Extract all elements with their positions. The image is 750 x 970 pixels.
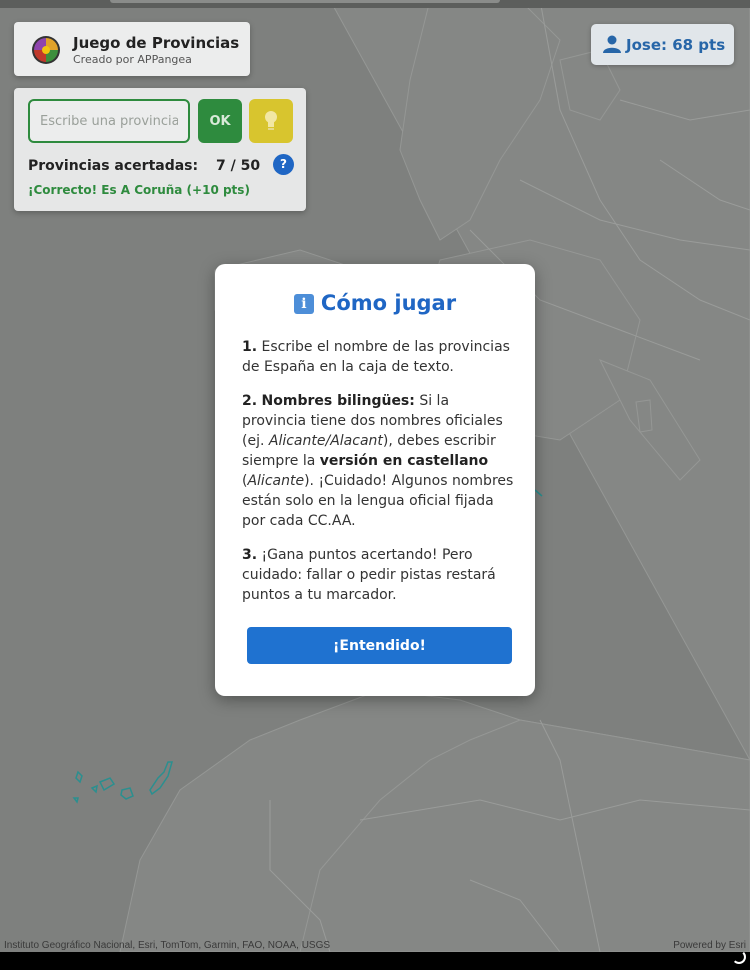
instruction-2: 2. Nombres bilingües: Si la provincia ti… <box>242 391 514 531</box>
how-to-play-dialog: i Cómo jugar 1. Escribe el nombre de las … <box>215 264 535 696</box>
feedback-message: ¡Correcto! Es A Coruña (+10 pts) <box>28 183 250 197</box>
powered-by-esri[interactable]: Powered by Esri <box>673 940 746 951</box>
instruction-1: 1. Escribe el nombre de las provincias d… <box>242 337 514 377</box>
dialog-body: 1. Escribe el nombre de las provincias d… <box>242 337 514 619</box>
instruction-1-text: Escribe el nombre de las provincias de E… <box>242 339 510 375</box>
app-logo-icon <box>32 36 60 64</box>
ok-button[interactable]: OK <box>198 99 242 143</box>
instruction-2-example-2: Alicante <box>247 473 305 489</box>
instruction-2-number: 2. <box>242 393 258 409</box>
user-icon <box>603 35 621 53</box>
map-attribution: Instituto Geográfico Nacional, Esri, Tom… <box>4 940 331 951</box>
provinces-correct-label: Provincias acertadas: <box>28 158 199 174</box>
province-input[interactable] <box>28 99 190 143</box>
instruction-3-text: ¡Gana puntos acertando! Pero cuidado: fa… <box>242 547 496 603</box>
instruction-3: 3. ¡Gana puntos acertando! Pero cuidado:… <box>242 545 514 605</box>
instruction-2-lead: Nombres bilingües: <box>261 393 415 409</box>
help-button[interactable]: ? <box>273 154 294 175</box>
provinces-correct-count: 7 / 50 <box>216 158 261 174</box>
hint-button[interactable] <box>249 99 293 143</box>
game-panel: OK Provincias acertadas: 7 / 50 ? ¡Corre… <box>14 88 306 211</box>
instruction-1-number: 1. <box>242 339 258 355</box>
brand-card: Juego de Provincias Creado por APPangea <box>14 22 250 76</box>
understood-button[interactable]: ¡Entendido! <box>247 627 512 664</box>
dialog-title-text: Cómo jugar <box>320 291 457 315</box>
top-bar-handle <box>110 0 500 3</box>
user-score-badge[interactable]: Jose: 68 pts <box>591 24 734 65</box>
instruction-2-emphasis: versión en castellano <box>319 453 489 469</box>
top-bar <box>0 0 750 8</box>
bottom-bar <box>0 952 750 970</box>
app-title: Juego de Provincias <box>73 34 240 52</box>
lightbulb-icon <box>265 111 277 130</box>
loading-spinner-icon <box>732 950 746 964</box>
instruction-2-example: Alicante/Alacant <box>268 433 383 449</box>
app-subtitle: Creado por APPangea <box>73 53 192 66</box>
dialog-title: i Cómo jugar <box>215 291 535 315</box>
instruction-3-number: 3. <box>242 547 258 563</box>
user-score-text: Jose: 68 pts <box>626 36 726 54</box>
info-icon: i <box>293 294 314 314</box>
